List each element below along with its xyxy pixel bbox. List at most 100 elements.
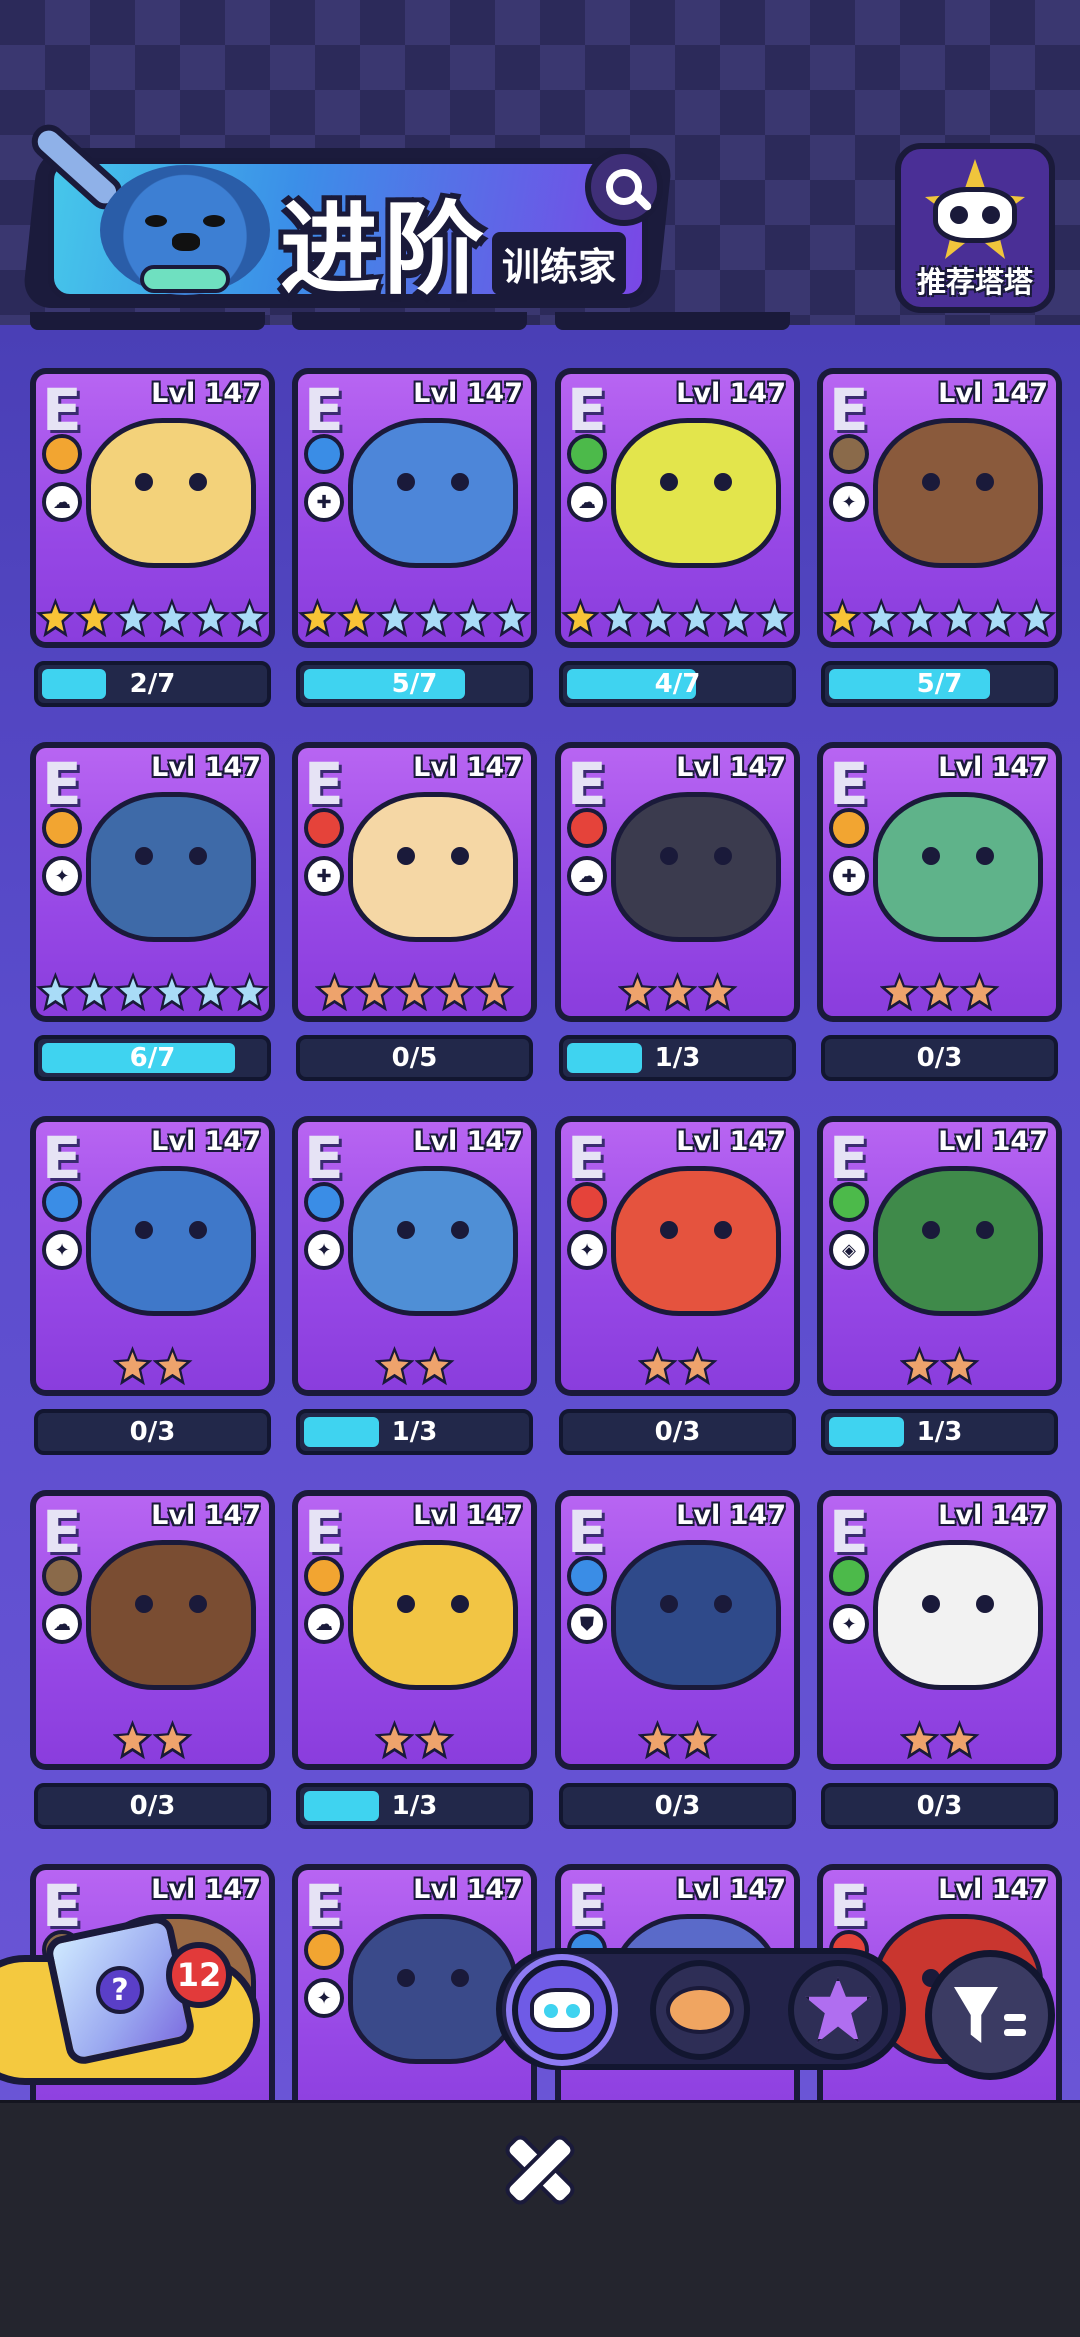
creature-portrait (348, 418, 518, 568)
pet-card[interactable]: E Lvl 147 ◈ 1/3 (817, 1116, 1062, 1455)
pet-card[interactable]: E Lvl 147 ✚ 0/5 (292, 742, 537, 1081)
star-icon (920, 972, 960, 1012)
card-frame: ELvl 147✦ (292, 1116, 537, 1396)
star-icon (114, 972, 153, 1012)
star-icon (978, 598, 1017, 638)
level-label: Lvl 147 (676, 1874, 786, 1905)
creature-portrait (348, 1914, 518, 2064)
star-icon (900, 1346, 940, 1386)
rogue-role-icon: ☁ (567, 482, 607, 522)
creature-portrait (86, 1540, 256, 1690)
star-icon (698, 972, 738, 1012)
star-icon (940, 598, 979, 638)
water-element-icon (304, 434, 344, 474)
level-label: Lvl 147 (676, 378, 786, 409)
progress-bar: 1/3 (821, 1409, 1058, 1455)
lightning-element-icon (304, 1930, 344, 1970)
level-label: Lvl 147 (151, 378, 261, 409)
fighter-role-icon: ✦ (567, 1230, 607, 1270)
progress-text: 0/3 (654, 1791, 701, 1821)
rogue-role-icon: ☁ (42, 482, 82, 522)
star-icon (376, 598, 415, 638)
star-icon (36, 972, 75, 1012)
lightning-element-icon (829, 808, 869, 848)
pet-card[interactable]: E Lvl 147 ✦ 0/3 (30, 1116, 275, 1455)
star-icon (230, 598, 269, 638)
progress-text: 4/7 (654, 669, 701, 699)
filter-tab-gem[interactable] (788, 1960, 888, 2060)
filter-tab-bun[interactable] (650, 1960, 750, 2060)
bun-icon (666, 1986, 734, 2034)
nature-element-icon (829, 1556, 869, 1596)
star-icon (337, 598, 376, 638)
star-icon (880, 972, 920, 1012)
star-icon (191, 972, 230, 1012)
lightning-element-icon (304, 1556, 344, 1596)
progress-text: 1/3 (391, 1791, 438, 1821)
star-icon (355, 972, 395, 1012)
creature-portrait (348, 1540, 518, 1690)
progress-text: 1/3 (654, 1043, 701, 1073)
level-label: Lvl 147 (676, 752, 786, 783)
cat-face-icon (530, 1988, 594, 2032)
pet-card[interactable]: E Lvl 147 ☁ 2/7 (30, 368, 275, 707)
star-icon (415, 1720, 455, 1760)
level-label: Lvl 147 (938, 1874, 1048, 1905)
pet-card[interactable]: E Lvl 147 ☁ 1/3 (292, 1490, 537, 1829)
card-art: E Lvl 147 ✚ (823, 748, 1056, 1016)
pet-card[interactable]: E Lvl 147 ✦ 5/7 (817, 368, 1062, 707)
progress-bar: 5/7 (821, 661, 1058, 707)
progress-bar: 0/3 (559, 1409, 796, 1455)
star-icon (453, 598, 492, 638)
level-label: Lvl 147 (413, 1126, 523, 1157)
pet-card[interactable]: E Lvl 147 ✦ 6/7 (30, 742, 275, 1081)
card-art: ELvl 147✦ (823, 374, 1056, 642)
card-art: ELvl 147⛊ (561, 1496, 794, 1764)
card-art: ELvl 147☁ (561, 374, 794, 642)
card-frame: ELvl 147☁ (555, 742, 800, 1022)
star-rating (823, 972, 1056, 1012)
level-label: Lvl 147 (938, 378, 1048, 409)
pet-card[interactable]: E Lvl 147 ✦ 1/3 (292, 1116, 537, 1455)
fighter-role-icon: ✦ (42, 1230, 82, 1270)
fighter-role-icon: ✦ (304, 1230, 344, 1270)
pet-card[interactable]: E Lvl 147 ⛊ 0/3 (555, 1490, 800, 1829)
star-icon (658, 972, 698, 1012)
progress-text: 1/3 (391, 1417, 438, 1447)
pet-card[interactable]: E Lvl 147 ✚ 5/7 (292, 368, 537, 707)
progress-text: 0/3 (654, 1417, 701, 1447)
progress-text: 5/7 (391, 669, 438, 699)
close-button[interactable] (500, 2130, 580, 2210)
card-frame: E Lvl 147 ✚ (292, 368, 537, 648)
pet-card[interactable]: E Lvl 147 ✦ 0/3 (817, 1490, 1062, 1829)
pet-card[interactable]: E Lvl 147 ☁ 4/7 (555, 368, 800, 707)
card-art: ELvl 147✦ (36, 1122, 269, 1390)
sort-filter-button[interactable] (925, 1950, 1055, 2080)
star-icon (960, 972, 1000, 1012)
card-grid: E Lvl 147 ☁ 2/7 E Lvl 147 ✚ 5/7 E Lvl 147 ☁ 4/7 E Lvl… (0, 0, 1080, 2144)
progress-text: 0/3 (129, 1417, 176, 1447)
pet-card[interactable]: E Lvl 147 ☁ 1/3 (555, 742, 800, 1081)
filter-tab-cat[interactable] (512, 1960, 612, 2060)
star-icon (153, 972, 192, 1012)
card-frame: E Lvl 147 ◈ (817, 1116, 1062, 1396)
pet-card[interactable]: E Lvl 147 ☁ 0/3 (30, 1490, 275, 1829)
star-icon (298, 598, 337, 638)
star-gem-icon (805, 1977, 871, 2043)
creature-portrait (86, 418, 256, 568)
star-icon (475, 972, 515, 1012)
star-icon (315, 972, 355, 1012)
level-label: Lvl 147 (151, 1500, 261, 1531)
star-icon (415, 1346, 455, 1386)
progress-bar: 0/3 (559, 1783, 796, 1829)
card-art: ELvl 147☁ (36, 1496, 269, 1764)
pet-card[interactable]: E Lvl 147 ✚ 0/3 (817, 742, 1062, 1081)
healer-role-icon: ✚ (829, 856, 869, 896)
card-frame: ELvl 147☁ (30, 1490, 275, 1770)
progress-bar: 6/7 (34, 1035, 271, 1081)
pet-card[interactable]: E Lvl 147 ✦ 0/3 (555, 1116, 800, 1455)
level-label: Lvl 147 (938, 1500, 1048, 1531)
card-frame: E Lvl 147 ✚ (292, 742, 537, 1022)
level-label: Lvl 147 (413, 752, 523, 783)
progress-text: 5/7 (916, 669, 963, 699)
